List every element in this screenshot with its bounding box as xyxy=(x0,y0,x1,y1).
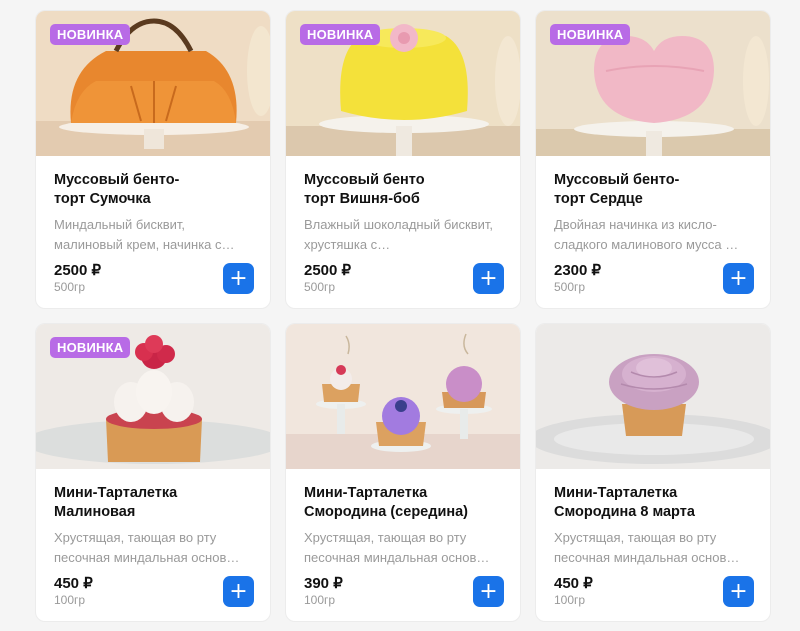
product-price: 2300 ₽ xyxy=(554,262,602,279)
product-card[interactable]: НОВИНКА Муссовый бенто- торт Сердце Двой… xyxy=(535,10,771,309)
add-to-cart-button[interactable]: + xyxy=(473,576,504,607)
product-card[interactable]: Мини-Тарталетка Смородина (середина) Хру… xyxy=(285,323,521,622)
product-description: Хрустящая, тающая во рту песочная миндал… xyxy=(304,530,490,565)
product-price: 2500 ₽ xyxy=(54,262,102,279)
product-card[interactable]: Мини-Тарталетка Смородина 8 марта Хрустя… xyxy=(535,323,771,622)
product-card[interactable]: НОВИНКА Мини-Тарталетка Малиновая Хрустя… xyxy=(35,323,271,622)
new-badge: НОВИНКА xyxy=(300,24,381,45)
product-image-flower-tartlet[interactable] xyxy=(536,324,770,469)
add-to-cart-button[interactable]: + xyxy=(723,576,754,607)
product-title[interactable]: Мини-Тарталетка Малиновая xyxy=(54,484,252,522)
add-to-cart-button[interactable]: + xyxy=(723,263,754,294)
product-price: 2500 ₽ xyxy=(304,262,352,279)
product-title[interactable]: Муссовый бенто- торт Сумочка xyxy=(54,171,252,209)
product-weight: 100гр xyxy=(554,593,586,607)
add-to-cart-button[interactable]: + xyxy=(223,263,254,294)
add-to-cart-button[interactable]: + xyxy=(223,576,254,607)
product-description: Хрустящая, тающая во рту песочная миндал… xyxy=(554,530,740,565)
product-weight: 100гр xyxy=(54,593,86,607)
product-weight: 500гр xyxy=(54,280,86,294)
product-title[interactable]: Муссовый бенто торт Вишня-боб xyxy=(304,171,502,209)
product-title[interactable]: Мини-Тарталетка Смородина (середина) xyxy=(304,484,502,522)
new-badge: НОВИНКА xyxy=(50,24,131,45)
product-image-heart-cake[interactable]: НОВИНКА xyxy=(536,11,770,156)
product-price: 450 ₽ xyxy=(54,575,93,592)
add-to-cart-button[interactable]: + xyxy=(473,263,504,294)
product-price: 390 ₽ xyxy=(304,575,343,592)
product-description: Миндальный бисквит, малиновый крем, начи… xyxy=(54,217,235,252)
product-weight: 500гр xyxy=(554,280,586,294)
new-badge: НОВИНКА xyxy=(50,337,131,358)
product-card[interactable]: НОВИНКА Муссовый бенто торт Вишня-боб Вл… xyxy=(285,10,521,309)
product-weight: 500гр xyxy=(304,280,336,294)
product-image-bag-cake[interactable]: НОВИНКА xyxy=(36,11,270,156)
product-image-yellow-cake[interactable]: НОВИНКА xyxy=(286,11,520,156)
product-description: Двойная начинка из кисло-сладкого малино… xyxy=(554,217,739,252)
product-title[interactable]: Мини-Тарталетка Смородина 8 марта xyxy=(554,484,752,522)
product-title[interactable]: Муссовый бенто- торт Сердце xyxy=(554,171,752,209)
product-card[interactable]: НОВИНКА Муссовый бенто- торт Сумочка Мин… xyxy=(35,10,271,309)
product-grid: НОВИНКА Муссовый бенто- торт Сумочка Мин… xyxy=(35,10,771,622)
product-price: 450 ₽ xyxy=(554,575,593,592)
product-image-three-tartlets[interactable] xyxy=(286,324,520,469)
product-weight: 100гр xyxy=(304,593,336,607)
product-image-raspberry-tartlet[interactable]: НОВИНКА xyxy=(36,324,270,469)
product-description: Хрустящая, тающая во рту песочная миндал… xyxy=(54,530,240,565)
product-description: Влажный шоколадный бисквит, хрустяшка с… xyxy=(304,217,494,252)
new-badge: НОВИНКА xyxy=(550,24,631,45)
